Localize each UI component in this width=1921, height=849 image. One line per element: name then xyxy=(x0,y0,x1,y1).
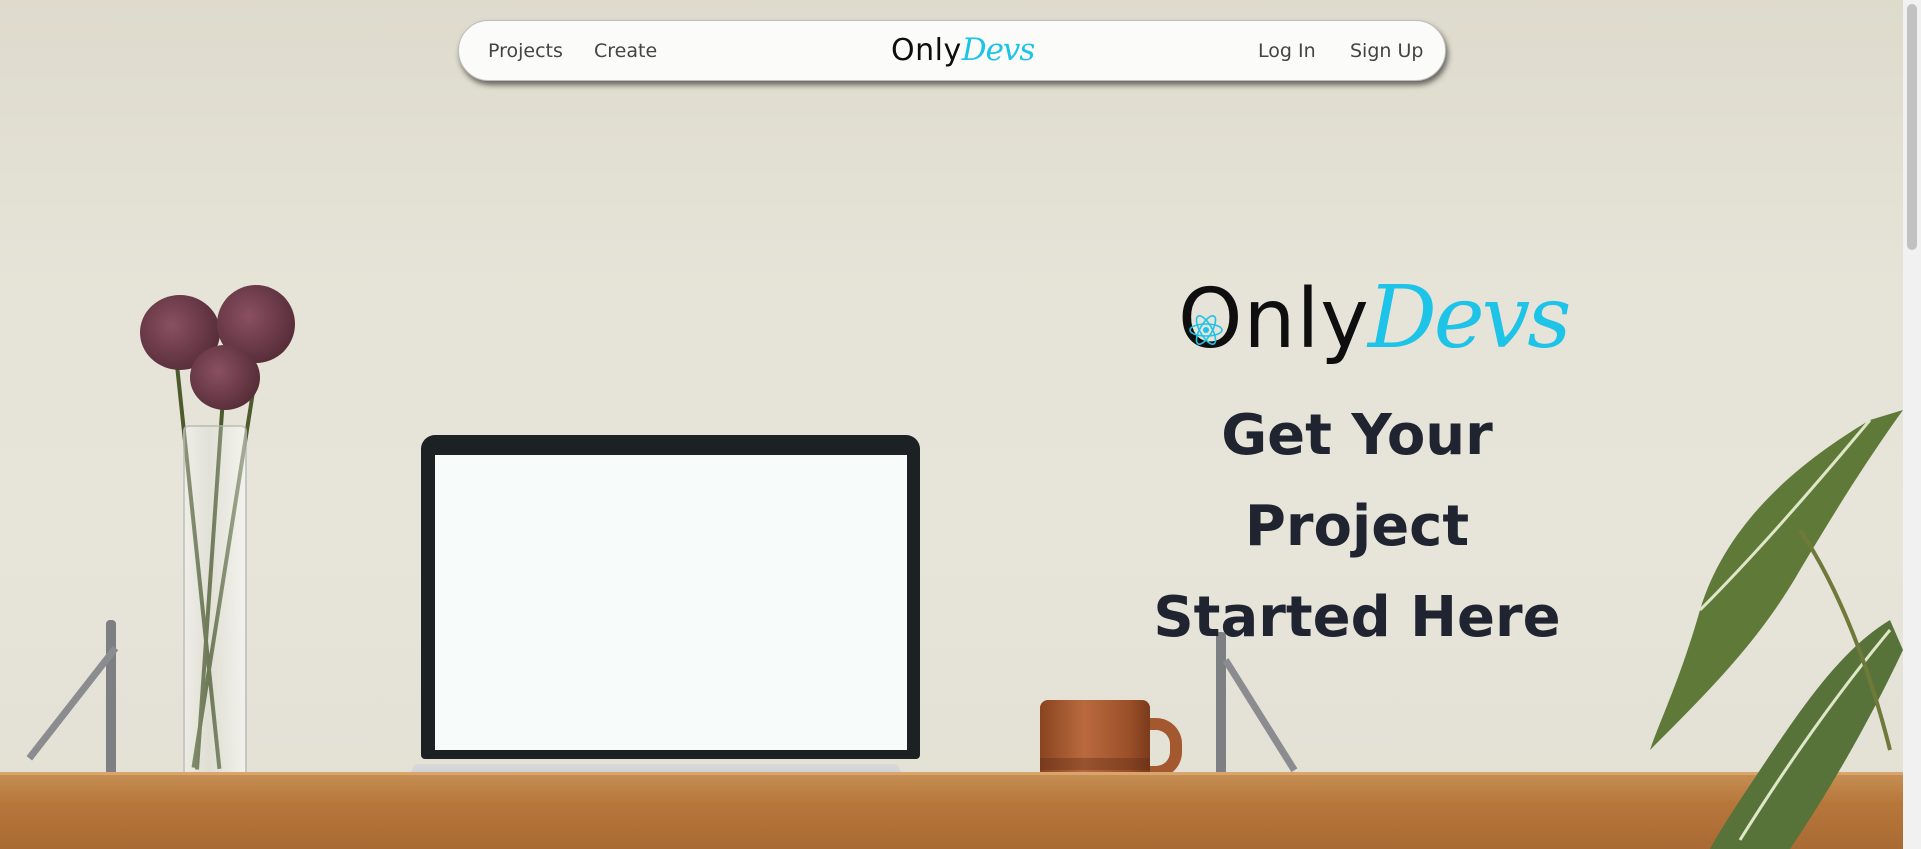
nav-link-create[interactable]: Create xyxy=(594,21,657,82)
nav-link-login[interactable]: Log In xyxy=(1258,21,1316,82)
nav-link-projects[interactable]: Projects xyxy=(488,21,563,82)
vertical-scrollbar[interactable] xyxy=(1903,0,1921,849)
glass-vase xyxy=(183,425,247,789)
shelf-bracket-brace xyxy=(1222,658,1298,773)
plant-leaves xyxy=(1650,410,1903,849)
hero-logo: OnlyDevs xyxy=(1178,268,1572,368)
flower-bloom xyxy=(190,345,260,410)
nav-logo-devs-text: Devs xyxy=(961,32,1036,68)
hero-heading-line1: Get Your Project xyxy=(1221,403,1493,559)
laptop-display xyxy=(435,455,907,750)
scrollbar-thumb[interactable] xyxy=(1907,4,1917,250)
wooden-desk xyxy=(0,772,1903,849)
nav-logo[interactable]: OnlyDevs xyxy=(891,21,1036,82)
nav-link-signup[interactable]: Sign Up xyxy=(1350,21,1423,82)
top-navbar: Projects Create OnlyDevs Log In Sign Up xyxy=(458,20,1446,81)
nav-logo-only-text: Only xyxy=(891,33,962,68)
hero-background xyxy=(0,0,1903,849)
mug-band xyxy=(1040,758,1150,770)
desk-edge xyxy=(0,772,1903,775)
shelf-bracket xyxy=(106,620,116,775)
shelf-bracket-brace xyxy=(26,645,119,761)
hero-heading: Get Your Project Started Here xyxy=(1107,390,1607,663)
hero-logo-devs-text: Devs xyxy=(1367,268,1572,368)
hero-heading-line2: Started Here xyxy=(1153,585,1561,650)
react-atom-icon xyxy=(1189,315,1223,345)
